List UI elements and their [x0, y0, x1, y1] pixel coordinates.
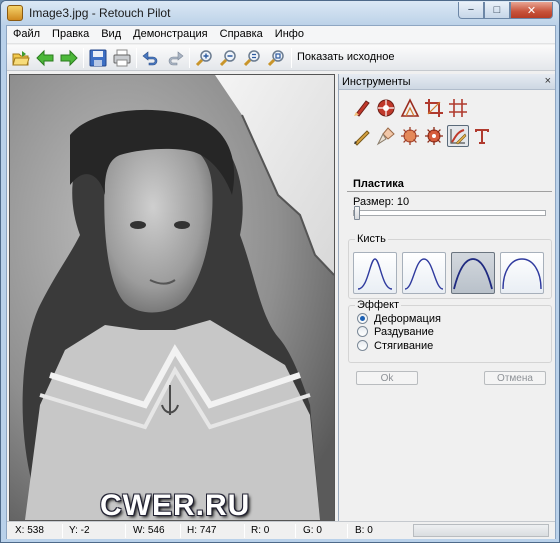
cancel-button[interactable]: Отмена: [484, 371, 546, 385]
status-divider: [295, 524, 296, 538]
status-bar: X: 538 Y: -2 W: 546 H: 747 R: 0 G: 0 B: …: [7, 521, 555, 539]
forward-arrow-icon[interactable]: [59, 48, 79, 68]
status-width: W: 546: [133, 525, 165, 536]
minimize-button[interactable]: −: [458, 2, 484, 19]
zoom-in-icon[interactable]: [194, 48, 214, 68]
toolbar: Показать исходное: [7, 45, 555, 71]
brush-wide-button[interactable]: [451, 252, 495, 294]
status-blue: B: 0: [355, 525, 373, 536]
effect-option-pinch[interactable]: Стягивание: [357, 339, 433, 352]
app-icon: [7, 5, 23, 21]
close-button[interactable]: ✕: [510, 2, 553, 19]
window-title: Image3.jpg - Retouch Pilot: [29, 6, 171, 20]
app-window: Image3.jpg - Retouch Pilot − □ ✕ Файл Пр…: [0, 0, 560, 543]
radio-button[interactable]: [357, 326, 368, 337]
status-x: X: 538: [15, 525, 44, 536]
panel-header: Инструменты ×: [339, 74, 555, 90]
brush-icon[interactable]: [375, 125, 397, 147]
liquify-icon[interactable]: [447, 125, 469, 147]
panel-title: Инструменты: [342, 76, 411, 88]
menu-bar: Файл Правка Вид Демонстрация Справка Инф…: [7, 26, 555, 44]
status-height: H: 747: [187, 525, 217, 536]
ok-button[interactable]: Ok: [356, 371, 418, 385]
back-arrow-icon[interactable]: [35, 48, 55, 68]
grid-icon[interactable]: [447, 97, 469, 119]
photo-image: [10, 75, 334, 520]
zoom-fit-icon[interactable]: [242, 48, 262, 68]
size-slider-thumb[interactable]: [354, 206, 360, 220]
brush-narrow-button[interactable]: [353, 252, 397, 294]
client-area: Файл Правка Вид Демонстрация Справка Инф…: [6, 25, 556, 539]
effect-group: Эффект Деформация Раздувание Стягивание: [348, 299, 552, 363]
save-icon[interactable]: [88, 48, 108, 68]
zoom-actual-icon[interactable]: [266, 48, 286, 68]
status-divider: [347, 524, 348, 538]
status-divider: [244, 524, 245, 538]
print-icon[interactable]: [112, 48, 132, 68]
toolbar-separator: [136, 48, 137, 68]
undo-icon[interactable]: [141, 48, 161, 68]
menu-edit[interactable]: Правка: [46, 26, 95, 44]
menu-info[interactable]: Инфо: [269, 26, 310, 44]
section-divider: [347, 191, 552, 192]
brush-group-title: Кисть: [355, 233, 388, 245]
brush-group: Кисть: [348, 233, 552, 299]
toolbar-separator: [83, 48, 84, 68]
image-canvas[interactable]: CWER.RU: [9, 74, 335, 521]
radio-button[interactable]: [357, 340, 368, 351]
menu-view[interactable]: Вид: [95, 26, 127, 44]
clone-brush-icon[interactable]: [351, 97, 373, 119]
effect-label: Деформация: [374, 312, 441, 325]
toolbar-separator: [291, 48, 292, 68]
text-icon[interactable]: [471, 125, 493, 147]
title-bar[interactable]: Image3.jpg - Retouch Pilot − □ ✕: [1, 1, 559, 25]
liquify-section-title: Пластика: [353, 178, 404, 190]
brush-medium-button[interactable]: [402, 252, 446, 294]
pencil-icon[interactable]: [351, 125, 373, 147]
crop-icon[interactable]: [423, 97, 445, 119]
maximize-button[interactable]: □: [484, 2, 510, 19]
window-controls: − □ ✕: [458, 2, 553, 20]
panel-close-button[interactable]: ×: [545, 75, 551, 87]
tools-panel: Инструменты × Пластика Размер: 10 Кисть …: [338, 74, 555, 521]
show-original-button[interactable]: Показать исходное: [297, 51, 394, 63]
effect-option-deform[interactable]: Деформация: [357, 312, 441, 325]
menu-demo[interactable]: Демонстрация: [127, 26, 214, 44]
redo-icon[interactable]: [165, 48, 185, 68]
triangle-measure-icon[interactable]: [399, 97, 421, 119]
radio-button[interactable]: [357, 313, 368, 324]
status-green: G: 0: [303, 525, 322, 536]
zoom-out-icon[interactable]: [218, 48, 238, 68]
status-divider: [180, 524, 181, 538]
size-slider-track[interactable]: [353, 210, 546, 216]
status-red: R: 0: [251, 525, 270, 536]
menu-help[interactable]: Справка: [214, 26, 269, 44]
effect-label: Раздувание: [374, 325, 434, 338]
brush-flat-button[interactable]: [500, 252, 544, 294]
dust-filter-icon[interactable]: [423, 125, 445, 147]
status-y: Y: -2: [69, 525, 90, 536]
effect-label: Стягивание: [374, 339, 434, 352]
menu-file[interactable]: Файл: [7, 26, 46, 44]
open-icon[interactable]: [11, 48, 31, 68]
scratch-filter-icon[interactable]: [399, 125, 421, 147]
size-label: Размер: 10: [353, 196, 410, 208]
status-divider: [125, 524, 126, 538]
progress-bar: [413, 524, 549, 537]
status-divider: [62, 524, 63, 538]
patch-icon[interactable]: [375, 97, 397, 119]
toolbar-separator: [189, 48, 190, 68]
effect-option-bloat[interactable]: Раздувание: [357, 325, 434, 338]
watermark-text: CWER.RU: [100, 489, 251, 521]
effect-group-title: Эффект: [355, 299, 402, 311]
